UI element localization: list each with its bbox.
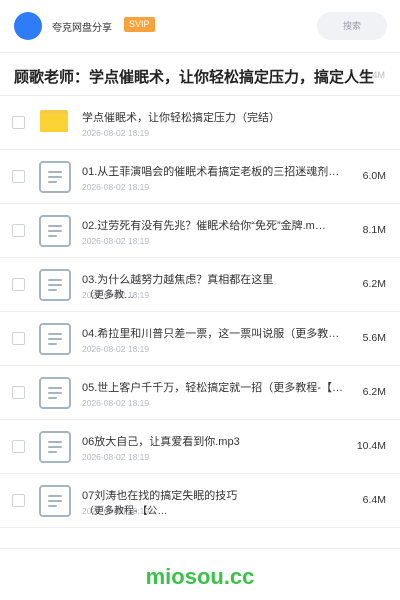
share-header: 夸克网盘分享 SVIP 搜索 [0, 0, 400, 50]
file-size: 10.4M [356, 440, 386, 452]
share-title-bar: 58.4M 顾歌老师：学点催眠术，让你轻松搞定压力，搞定人生 [0, 52, 400, 96]
file-size: 6.0M [362, 170, 386, 182]
search-button[interactable]: 搜索 [317, 12, 387, 40]
file-size: 5.6M [362, 332, 386, 344]
file-date: 2026-08-02 18:19 [82, 452, 150, 462]
document-icon [39, 377, 71, 409]
list-item[interactable]: 04.希拉里和川普只差一票，这一票叫说服（更多教程… 2026-08-02 18… [0, 312, 400, 366]
file-name: 05.世上客户千千万，轻松搞定就一招（更多教程-【… [82, 382, 343, 394]
file-size: 6.2M [362, 386, 386, 398]
list-item[interactable]: 05.世上客户千千万，轻松搞定就一招（更多教程-【… 2026-08-02 18… [0, 366, 400, 420]
file-date: 2026-08-02 18:19 [82, 344, 150, 354]
file-name: 07刘涛也在找的搞定失眠的技巧 [82, 490, 238, 502]
avatar[interactable] [14, 12, 42, 40]
folder-icon [40, 110, 68, 132]
file-date: 2026-08-02 18:19 [82, 128, 150, 138]
file-name: 04.希拉里和川普只差一票，这一票叫说服（更多教程… [82, 328, 344, 340]
file-name-continued: （更多教… [84, 290, 134, 301]
file-size: 6.2M [362, 278, 386, 290]
page-title: 顾歌老师：学点催眠术，让你轻松搞定压力，搞定人生 [14, 69, 375, 86]
file-date: 2026-08-02 18:19 [82, 398, 150, 408]
list-item[interactable]: 02.过劳死有没有先兆？催眠术给你“免死”金牌.m… 2026-08-02 18… [0, 204, 400, 258]
list-item[interactable]: 06放大自己，让真爱看到你.mp3 2026-08-02 18:19 10.4M [0, 420, 400, 474]
document-icon [39, 485, 71, 517]
file-date: 2026-08-02 18:19 [82, 182, 150, 192]
select-checkbox[interactable] [12, 440, 25, 453]
file-size: 6.4M [362, 494, 386, 506]
file-name: 学点催眠术，让你轻松搞定压力（完结） [82, 112, 280, 124]
file-list: 学点催眠术，让你轻松搞定压力（完结） 2026-08-02 18:19 01.从… [0, 96, 400, 528]
svip-badge: SVIP [124, 17, 155, 32]
document-icon [39, 161, 71, 193]
share-name: 夸克网盘分享 [52, 23, 112, 34]
select-checkbox[interactable] [12, 332, 25, 345]
file-name-continued: （更多教程-【公… [84, 506, 168, 517]
file-name: 02.过劳死有没有先兆？催眠术给你“免死”金牌.m… [82, 220, 326, 232]
select-checkbox[interactable] [12, 386, 25, 399]
list-item[interactable]: 01.从王菲演唱会的催眠术看搞定老板的三招迷魂剂… 2026-08-02 18:… [0, 150, 400, 204]
file-name: 06放大自己，让真爱看到你.mp3 [82, 436, 240, 448]
site-watermark: miosou.cc [145, 564, 255, 589]
file-size: 8.1M [362, 224, 386, 236]
list-item[interactable]: 03.为什么越努力越焦虑？真相都在这里 2026-08-02 18:19 （更多… [0, 258, 400, 312]
document-icon [39, 269, 71, 301]
select-checkbox[interactable] [12, 116, 25, 129]
document-icon [39, 323, 71, 355]
select-checkbox[interactable] [12, 170, 25, 183]
select-checkbox[interactable] [12, 278, 25, 291]
document-icon [39, 431, 71, 463]
footer: miosou.cc [0, 548, 400, 600]
file-date: 2026-08-02 18:19 [82, 236, 150, 246]
select-checkbox[interactable] [12, 494, 25, 507]
file-name: 03.为什么越努力越焦虑？真相都在这里 [82, 274, 274, 286]
list-item-folder[interactable]: 学点催眠术，让你轻松搞定压力（完结） 2026-08-02 18:19 [0, 96, 400, 150]
select-checkbox[interactable] [12, 224, 25, 237]
list-item[interactable]: 07刘涛也在找的搞定失眠的技巧 2026-08-02 18:19 （更多教程-【… [0, 474, 400, 528]
file-name: 01.从王菲演唱会的催眠术看搞定老板的三招迷魂剂… [82, 166, 340, 178]
document-icon [39, 215, 71, 247]
